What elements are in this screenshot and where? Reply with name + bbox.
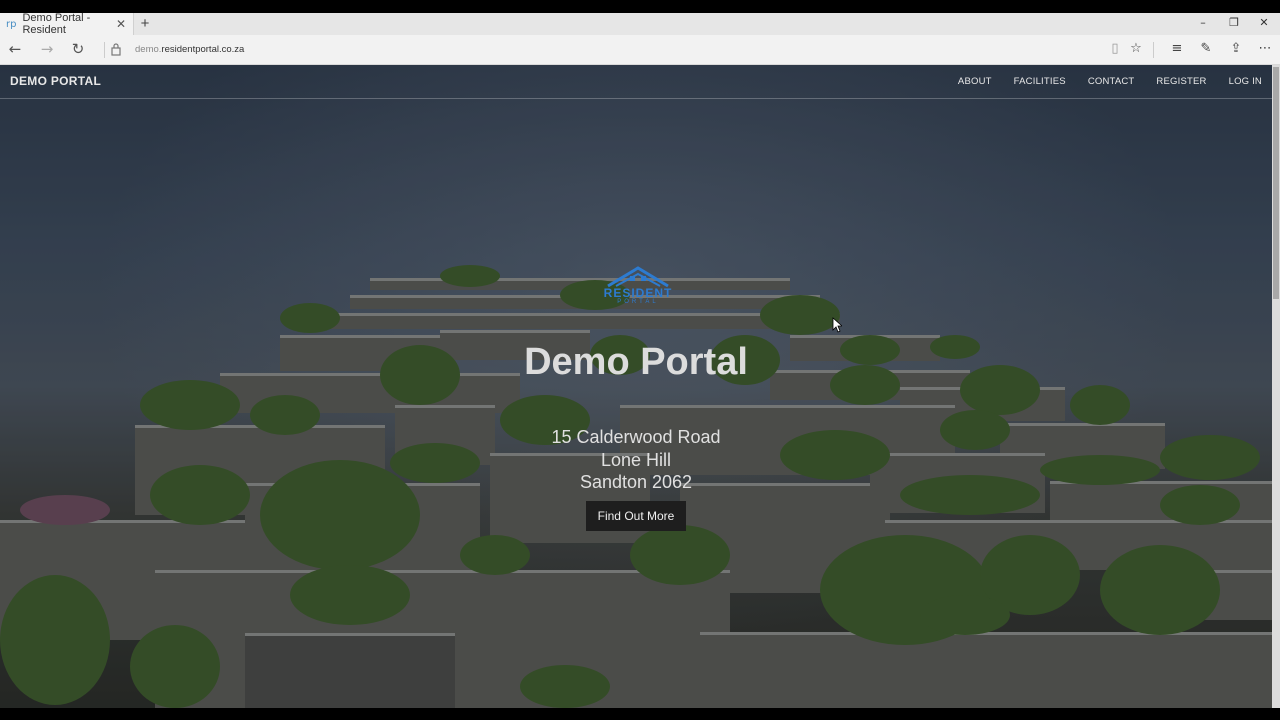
nav-about[interactable]: ABOUT	[958, 76, 992, 87]
nav-facilities[interactable]: FACILITIES	[1014, 76, 1066, 87]
address-line-3: Sandton 2062	[579, 472, 693, 492]
web-note-icon[interactable]: ✎	[1197, 41, 1215, 56]
find-out-more-button[interactable]: Find Out More	[586, 501, 686, 531]
address-line-1: 15 Calderwood Road	[551, 427, 721, 447]
site-navbar: DEMO PORTAL ABOUT FACILITIES CONTACT REG…	[0, 65, 1272, 99]
close-window-icon[interactable]: ✕	[1253, 16, 1275, 29]
tab-demo-portal[interactable]: rp Demo Portal - Resident ✕	[0, 12, 134, 36]
roof-icon	[607, 266, 669, 288]
tab-strip: rp Demo Portal - Resident ✕ + – ❐ ✕	[0, 12, 1280, 36]
address-bar-row: ← → ↻ demo.residentportal.co.za ▯ ☆ ≡ ✎ …	[0, 35, 1280, 65]
forward-icon[interactable]: →	[37, 40, 57, 58]
browser-window: rp Demo Portal - Resident ✕ + – ❐ ✕ ← → …	[0, 0, 1280, 720]
url-field[interactable]: demo.residentportal.co.za	[135, 44, 244, 55]
hub-icon[interactable]: ≡	[1168, 41, 1186, 56]
page-scrollbar[interactable]	[1272, 65, 1280, 708]
site-brand[interactable]: DEMO PORTAL	[10, 74, 101, 88]
favorite-star-icon[interactable]: ☆	[1127, 41, 1145, 56]
share-icon[interactable]: ⇪	[1227, 41, 1245, 56]
nav-log-in[interactable]: LOG IN	[1229, 76, 1262, 87]
close-tab-icon[interactable]: ✕	[116, 17, 126, 31]
mouse-cursor-icon	[832, 317, 842, 333]
minimize-icon[interactable]: –	[1192, 16, 1214, 29]
site-nav-links: ABOUT FACILITIES CONTACT REGISTER LOG IN	[936, 76, 1262, 87]
nav-register[interactable]: REGISTER	[1156, 76, 1206, 87]
restore-icon[interactable]: ❐	[1223, 16, 1245, 29]
logo-text: RESIDENT	[603, 286, 673, 300]
logo-subtext: PORTAL	[617, 299, 659, 305]
back-icon[interactable]: ←	[5, 40, 25, 58]
reading-view-icon[interactable]: ▯	[1106, 41, 1124, 56]
nav-contact[interactable]: CONTACT	[1088, 76, 1135, 87]
more-icon[interactable]: ⋯	[1256, 41, 1274, 56]
new-tab-icon[interactable]: +	[138, 15, 152, 32]
favicon-icon: rp	[6, 18, 17, 30]
scrollbar-thumb[interactable]	[1273, 67, 1279, 299]
web-page: DEMO PORTAL ABOUT FACILITIES CONTACT REG…	[0, 65, 1280, 708]
refresh-icon[interactable]: ↻	[68, 40, 88, 58]
hero-title: Demo Portal	[524, 341, 748, 383]
lock-icon	[111, 43, 121, 56]
resident-portal-logo: RESIDENT PORTAL	[590, 266, 686, 308]
address-line-2: Lone Hill	[600, 450, 672, 470]
